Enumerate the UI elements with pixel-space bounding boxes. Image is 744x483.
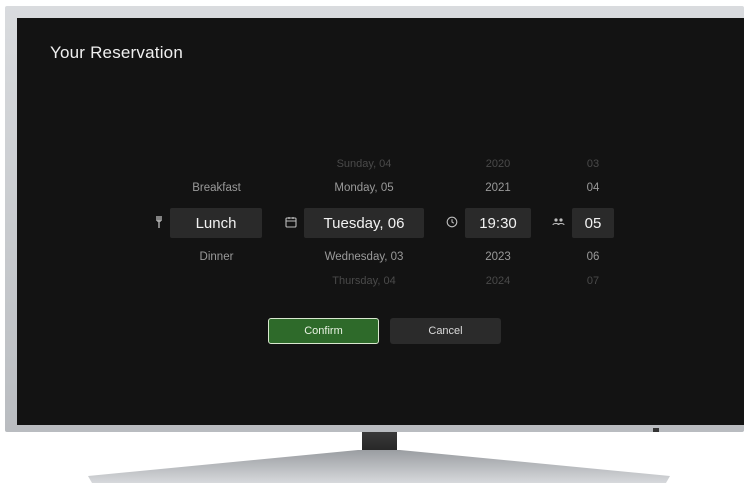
guests-option-next[interactable]: 06 xyxy=(572,251,614,263)
page-title: Your Reservation xyxy=(50,43,183,62)
calendar-icon xyxy=(284,215,298,229)
time-option-prev2[interactable]: 2020 xyxy=(465,158,531,170)
guests-option-prev2[interactable]: 03 xyxy=(572,158,614,170)
clock-icon xyxy=(445,215,459,229)
time-option-prev[interactable]: 2021 xyxy=(465,182,531,194)
meal-selected-field[interactable]: Lunch xyxy=(170,208,262,238)
date-option-next[interactable]: Wednesday, 03 xyxy=(304,251,424,263)
guests-option-next2[interactable]: 07 xyxy=(572,275,614,287)
cancel-button[interactable]: Cancel xyxy=(390,318,501,344)
people-icon xyxy=(551,215,565,229)
ir-sensor xyxy=(653,428,659,432)
time-option-next2[interactable]: 2024 xyxy=(465,275,531,287)
time-option-next[interactable]: 2023 xyxy=(465,251,531,263)
time-selected-field[interactable]: 19:30 xyxy=(465,208,531,238)
guests-selected-field[interactable]: 05 xyxy=(572,208,614,238)
meal-option-prev[interactable]: Breakfast xyxy=(169,182,264,194)
confirm-button[interactable]: Confirm xyxy=(268,318,379,344)
tv-frame: Your Reservation Breakfast Lunch Dinner … xyxy=(5,6,744,432)
guests-option-prev[interactable]: 04 xyxy=(572,182,614,194)
date-option-prev[interactable]: Monday, 05 xyxy=(304,182,424,194)
date-option-prev2[interactable]: Sunday, 04 xyxy=(304,158,424,170)
meal-option-next[interactable]: Dinner xyxy=(169,251,264,263)
date-selected-field[interactable]: Tuesday, 06 xyxy=(304,208,424,238)
date-option-next2[interactable]: Thursday, 04 xyxy=(304,275,424,287)
tv-stand-base xyxy=(88,450,670,483)
fork-knife-icon xyxy=(153,215,167,229)
tv-screen: Your Reservation Breakfast Lunch Dinner … xyxy=(17,18,744,425)
